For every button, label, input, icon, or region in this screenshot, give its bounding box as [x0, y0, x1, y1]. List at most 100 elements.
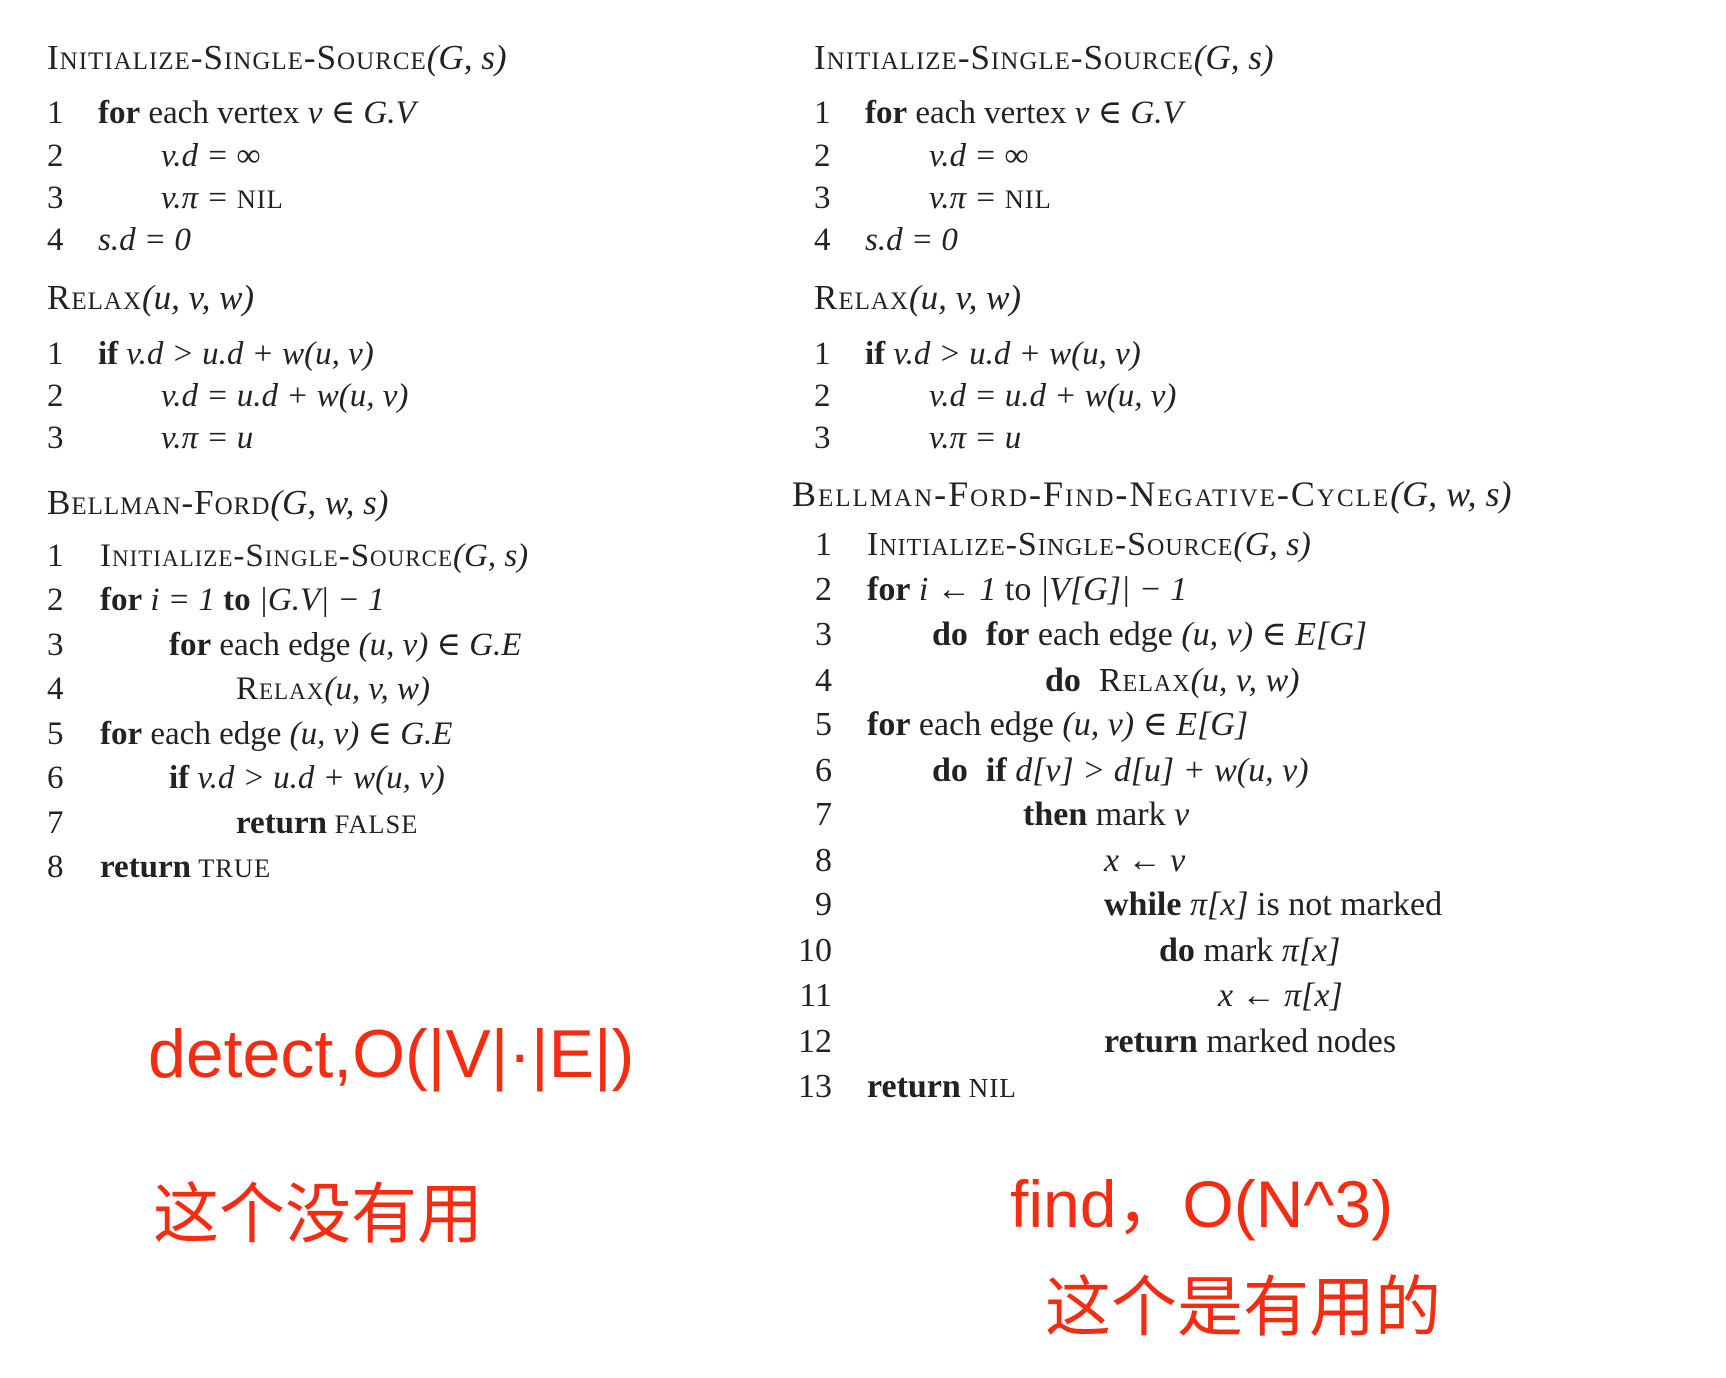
text: each edge: [910, 706, 1063, 743]
math: x ← π[x]: [1218, 977, 1343, 1014]
code-text: v.π = u: [929, 418, 1021, 458]
text: mark: [1087, 796, 1175, 833]
math: v.d > u.d + w(u, v): [118, 336, 374, 372]
keyword: if: [865, 336, 886, 372]
math: v.d = u.d + w(u, v): [161, 378, 409, 414]
line-number: 4: [47, 222, 64, 258]
line-number: 1: [47, 95, 64, 131]
math: s.d = 0: [865, 222, 958, 258]
line-number: 3: [814, 180, 831, 216]
code-text: while π[x] is not marked: [1104, 885, 1442, 925]
line-number: 1: [814, 336, 831, 372]
line-number: 5: [815, 706, 832, 743]
math: i ← 1: [910, 571, 1005, 608]
line-number: 8: [47, 849, 64, 885]
line-number: 3: [814, 420, 831, 456]
keyword: while: [1104, 886, 1182, 923]
line-number: 2: [815, 571, 832, 608]
math: π[x]: [1281, 932, 1341, 969]
line-number: 1: [815, 526, 832, 563]
math: v: [1174, 796, 1190, 833]
procedure-call: Initialize-Single-Source: [867, 526, 1234, 563]
math: v ∈ G.V: [307, 95, 416, 131]
keyword: do: [1159, 932, 1195, 969]
math: (u, v, w): [324, 671, 431, 707]
math: (u, v) ∈ E[G]: [1181, 616, 1368, 653]
line-number: 4: [815, 662, 832, 699]
keyword: do: [1045, 662, 1081, 699]
line-number: 2: [47, 582, 64, 618]
code-text: return marked nodes: [1104, 1022, 1396, 1062]
text: is not marked: [1248, 886, 1443, 923]
math: |V[G]| − 1: [1031, 571, 1188, 608]
math: (u, v) ∈ G.E: [289, 716, 453, 752]
code-text: for i ← 1 to |V[G]| − 1: [867, 570, 1187, 610]
procedure-header: Bellman-Ford-Find-Negative-Cycle(G, w, s…: [792, 474, 1512, 514]
comment-annotation: 这个是有用的: [1045, 1270, 1441, 1344]
constant: TRUE: [191, 853, 272, 883]
line-number: 8: [815, 842, 832, 879]
procedure-call: Relax: [236, 671, 325, 707]
procedure-name: Relax: [814, 278, 909, 317]
line-number: 3: [47, 420, 64, 456]
line-number: 3: [47, 180, 64, 216]
code-text: do Relax(u, v, w): [1045, 661, 1299, 701]
procedure-call: Initialize-Single-Source: [100, 538, 453, 574]
code-text: v.d = ∞: [161, 136, 260, 176]
line-number: 7: [47, 805, 64, 841]
procedure-name: Initialize-Single-Source: [814, 38, 1194, 77]
line-number: 13: [798, 1068, 832, 1105]
complexity-annotation: detect,O(|V|·|E|): [148, 1016, 635, 1092]
code-text: do for each edge (u, v) ∈ E[G]: [932, 615, 1367, 655]
line-number: 7: [815, 796, 832, 833]
keyword: for: [169, 627, 212, 663]
code-text: for each edge (u, v) ∈ G.E: [169, 625, 521, 665]
procedure-params: (u, v, w): [142, 278, 255, 317]
math: v.d > u.d + w(u, v): [885, 336, 1141, 372]
line-number: 2: [814, 378, 831, 414]
code-text: if v.d > u.d + w(u, v): [865, 334, 1141, 374]
math: |G.V| − 1: [250, 582, 385, 618]
comment-annotation: 这个没有用: [153, 1177, 483, 1251]
math: (G, s): [453, 538, 529, 574]
line-number: 3: [47, 627, 64, 663]
keyword: do: [932, 752, 968, 789]
math: v.d = ∞: [929, 138, 1029, 174]
text: each edge: [1029, 616, 1182, 653]
keyword: then: [1023, 796, 1088, 833]
complexity-annotation: find，O(N^3): [1010, 1167, 1394, 1241]
math: d[v] > d[u] + w(u, v): [1006, 752, 1309, 789]
constant: NIL: [960, 1073, 1017, 1103]
code-text: v.d = u.d + w(u, v): [929, 376, 1176, 416]
procedure-name: Bellman-Ford-Find-Negative-Cycle: [792, 474, 1391, 514]
text: mark: [1194, 932, 1282, 969]
keyword: for: [100, 582, 143, 618]
document-page: Initialize-Single-Source(G, s) 1 for eac…: [0, 0, 1726, 1378]
text: each edge: [142, 716, 290, 752]
line-number: 4: [47, 671, 64, 707]
code-text: return FALSE: [236, 803, 418, 844]
code-text: if v.d > u.d + w(u, v): [98, 334, 374, 374]
line-number: 2: [47, 378, 64, 414]
math: v.d = ∞: [161, 138, 261, 174]
text: marked nodes: [1197, 1023, 1397, 1060]
code-text: then mark v: [1023, 795, 1189, 835]
code-text: Initialize-Single-Source(G, s): [867, 525, 1311, 565]
code-text: do if d[v] > d[u] + w(u, v): [932, 751, 1309, 791]
procedure-name: Bellman-Ford: [47, 483, 271, 522]
line-number: 6: [815, 752, 832, 789]
code-text: v.d = u.d + w(u, v): [161, 376, 408, 416]
keyword: return: [236, 805, 328, 841]
math: (G, s): [1233, 526, 1311, 563]
procedure-header: Relax(u, v, w): [47, 278, 254, 318]
text: each vertex: [140, 95, 308, 131]
math: v.π =: [161, 180, 237, 216]
procedure-params: (G, s): [426, 38, 507, 77]
code-text: s.d = 0: [98, 220, 191, 260]
math: v.d = u.d + w(u, v): [929, 378, 1177, 414]
text: each edge: [211, 627, 359, 663]
line-number: 3: [815, 616, 832, 653]
math: i = 1: [142, 582, 224, 618]
procedure-header: Initialize-Single-Source(G, s): [47, 38, 507, 78]
procedure-params: (G, s): [1193, 38, 1274, 77]
